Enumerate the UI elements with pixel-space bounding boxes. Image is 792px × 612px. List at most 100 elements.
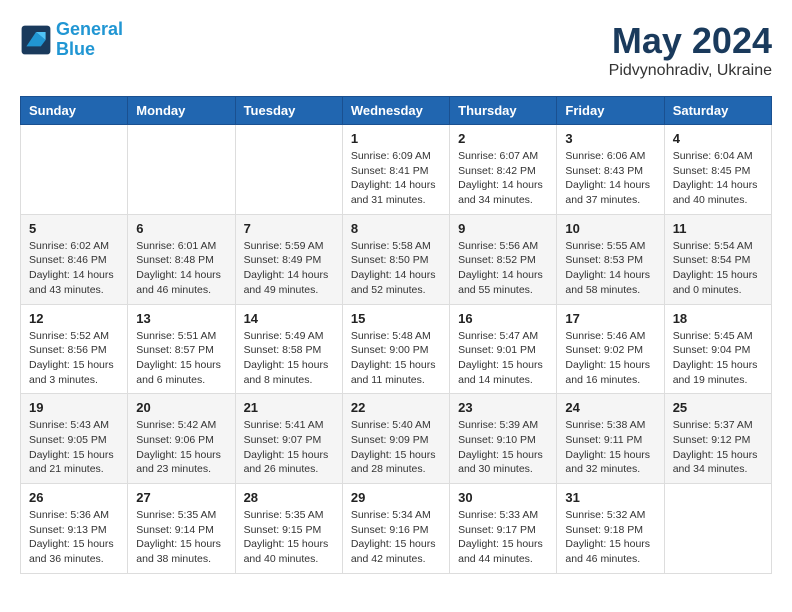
day-number: 30 <box>458 490 548 505</box>
weekday-header-thursday: Thursday <box>450 97 557 125</box>
day-number: 5 <box>29 221 119 236</box>
day-info: Sunrise: 5:40 AM Sunset: 9:09 PM Dayligh… <box>351 418 441 477</box>
calendar-cell: 29 Sunrise: 5:34 AM Sunset: 9:16 PM Dayli… <box>342 484 449 574</box>
day-number: 9 <box>458 221 548 236</box>
calendar-cell: 7 Sunrise: 5:59 AM Sunset: 8:49 PM Daylig… <box>235 214 342 304</box>
calendar-cell: 31 Sunrise: 5:32 AM Sunset: 9:18 PM Dayli… <box>557 484 664 574</box>
day-number: 19 <box>29 400 119 415</box>
day-info: Sunrise: 5:46 AM Sunset: 9:02 PM Dayligh… <box>565 329 655 388</box>
day-number: 7 <box>244 221 334 236</box>
calendar-cell: 17 Sunrise: 5:46 AM Sunset: 9:02 PM Dayli… <box>557 304 664 394</box>
day-info: Sunrise: 5:52 AM Sunset: 8:56 PM Dayligh… <box>29 329 119 388</box>
day-info: Sunrise: 5:37 AM Sunset: 9:12 PM Dayligh… <box>673 418 763 477</box>
weekday-header-monday: Monday <box>128 97 235 125</box>
day-info: Sunrise: 5:54 AM Sunset: 8:54 PM Dayligh… <box>673 239 763 298</box>
calendar-cell: 30 Sunrise: 5:33 AM Sunset: 9:17 PM Dayli… <box>450 484 557 574</box>
day-number: 15 <box>351 311 441 326</box>
calendar-cell: 11 Sunrise: 5:54 AM Sunset: 8:54 PM Dayli… <box>664 214 771 304</box>
calendar-cell: 25 Sunrise: 5:37 AM Sunset: 9:12 PM Dayli… <box>664 394 771 484</box>
calendar-week-4: 19 Sunrise: 5:43 AM Sunset: 9:05 PM Dayli… <box>21 394 772 484</box>
day-info: Sunrise: 5:58 AM Sunset: 8:50 PM Dayligh… <box>351 239 441 298</box>
calendar-week-5: 26 Sunrise: 5:36 AM Sunset: 9:13 PM Dayli… <box>21 484 772 574</box>
day-number: 25 <box>673 400 763 415</box>
calendar-cell: 6 Sunrise: 6:01 AM Sunset: 8:48 PM Daylig… <box>128 214 235 304</box>
calendar-cell: 24 Sunrise: 5:38 AM Sunset: 9:11 PM Dayli… <box>557 394 664 484</box>
day-info: Sunrise: 5:45 AM Sunset: 9:04 PM Dayligh… <box>673 329 763 388</box>
title-block: May 2024 Pidvynohradiv, Ukraine <box>609 20 772 80</box>
calendar-cell: 8 Sunrise: 5:58 AM Sunset: 8:50 PM Daylig… <box>342 214 449 304</box>
day-number: 8 <box>351 221 441 236</box>
calendar-cell: 27Sunrise: 5:35 AM Sunset: 9:14 PM Dayli… <box>128 484 235 574</box>
day-number: 17 <box>565 311 655 326</box>
calendar-cell: 5Sunrise: 6:02 AM Sunset: 8:46 PM Daylig… <box>21 214 128 304</box>
day-number: 14 <box>244 311 334 326</box>
day-info: Sunrise: 5:56 AM Sunset: 8:52 PM Dayligh… <box>458 239 548 298</box>
day-info: Sunrise: 5:51 AM Sunset: 8:57 PM Dayligh… <box>136 329 226 388</box>
calendar-week-3: 12Sunrise: 5:52 AM Sunset: 8:56 PM Dayli… <box>21 304 772 394</box>
calendar-cell: 12Sunrise: 5:52 AM Sunset: 8:56 PM Dayli… <box>21 304 128 394</box>
day-info: Sunrise: 5:32 AM Sunset: 9:18 PM Dayligh… <box>565 508 655 567</box>
calendar-cell: 4Sunrise: 6:04 AM Sunset: 8:45 PM Daylig… <box>664 125 771 215</box>
calendar-cell: 13 Sunrise: 5:51 AM Sunset: 8:57 PM Dayli… <box>128 304 235 394</box>
calendar-cell <box>21 125 128 215</box>
calendar-cell: 9 Sunrise: 5:56 AM Sunset: 8:52 PM Daylig… <box>450 214 557 304</box>
day-info: Sunrise: 5:43 AM Sunset: 9:05 PM Dayligh… <box>29 418 119 477</box>
month-title: May 2024 <box>609 20 772 62</box>
day-number: 2 <box>458 131 548 146</box>
calendar-cell <box>235 125 342 215</box>
day-number: 24 <box>565 400 655 415</box>
logo-general: General <box>56 19 123 39</box>
day-info: Sunrise: 5:38 AM Sunset: 9:11 PM Dayligh… <box>565 418 655 477</box>
location-title: Pidvynohradiv, Ukraine <box>609 62 772 80</box>
day-info: Sunrise: 5:49 AM Sunset: 8:58 PM Dayligh… <box>244 329 334 388</box>
logo-icon <box>20 24 52 56</box>
weekday-header-friday: Friday <box>557 97 664 125</box>
day-info: Sunrise: 5:42 AM Sunset: 9:06 PM Dayligh… <box>136 418 226 477</box>
day-info: Sunrise: 6:01 AM Sunset: 8:48 PM Dayligh… <box>136 239 226 298</box>
calendar-cell: 14 Sunrise: 5:49 AM Sunset: 8:58 PM Dayli… <box>235 304 342 394</box>
calendar-cell: 26 Sunrise: 5:36 AM Sunset: 9:13 PM Dayli… <box>21 484 128 574</box>
day-info: Sunrise: 5:55 AM Sunset: 8:53 PM Dayligh… <box>565 239 655 298</box>
day-number: 27 <box>136 490 226 505</box>
day-number: 13 <box>136 311 226 326</box>
day-info: Sunrise: 5:39 AM Sunset: 9:10 PM Dayligh… <box>458 418 548 477</box>
calendar-header-row: SundayMondayTuesdayWednesdayThursdayFrid… <box>21 97 772 125</box>
day-info: Sunrise: 5:47 AM Sunset: 9:01 PM Dayligh… <box>458 329 548 388</box>
calendar-cell <box>128 125 235 215</box>
calendar-cell: 28Sunrise: 5:35 AM Sunset: 9:15 PM Dayli… <box>235 484 342 574</box>
weekday-header-wednesday: Wednesday <box>342 97 449 125</box>
weekday-header-saturday: Saturday <box>664 97 771 125</box>
day-number: 3 <box>565 131 655 146</box>
day-number: 11 <box>673 221 763 236</box>
logo-text: General Blue <box>56 20 123 60</box>
day-info: Sunrise: 5:36 AM Sunset: 9:13 PM Dayligh… <box>29 508 119 567</box>
day-info: Sunrise: 5:33 AM Sunset: 9:17 PM Dayligh… <box>458 508 548 567</box>
calendar-cell: 10Sunrise: 5:55 AM Sunset: 8:53 PM Dayli… <box>557 214 664 304</box>
calendar-cell: 22 Sunrise: 5:40 AM Sunset: 9:09 PM Dayli… <box>342 394 449 484</box>
day-info: Sunrise: 5:41 AM Sunset: 9:07 PM Dayligh… <box>244 418 334 477</box>
day-number: 22 <box>351 400 441 415</box>
day-info: Sunrise: 5:48 AM Sunset: 9:00 PM Dayligh… <box>351 329 441 388</box>
calendar-cell: 23Sunrise: 5:39 AM Sunset: 9:10 PM Dayli… <box>450 394 557 484</box>
day-number: 28 <box>244 490 334 505</box>
day-number: 6 <box>136 221 226 236</box>
day-number: 26 <box>29 490 119 505</box>
day-number: 16 <box>458 311 548 326</box>
day-number: 29 <box>351 490 441 505</box>
calendar-cell: 19 Sunrise: 5:43 AM Sunset: 9:05 PM Dayli… <box>21 394 128 484</box>
logo-blue: Blue <box>56 39 95 59</box>
calendar-cell: 1Sunrise: 6:09 AM Sunset: 8:41 PM Daylig… <box>342 125 449 215</box>
calendar-cell: 2Sunrise: 6:07 AM Sunset: 8:42 PM Daylig… <box>450 125 557 215</box>
calendar-cell: 20Sunrise: 5:42 AM Sunset: 9:06 PM Dayli… <box>128 394 235 484</box>
day-info: Sunrise: 6:06 AM Sunset: 8:43 PM Dayligh… <box>565 149 655 208</box>
calendar-cell: 16 Sunrise: 5:47 AM Sunset: 9:01 PM Dayli… <box>450 304 557 394</box>
day-number: 4 <box>673 131 763 146</box>
calendar-cell: 18Sunrise: 5:45 AM Sunset: 9:04 PM Dayli… <box>664 304 771 394</box>
calendar-table: SundayMondayTuesdayWednesdayThursdayFrid… <box>20 96 772 574</box>
calendar-cell: 21 Sunrise: 5:41 AM Sunset: 9:07 PM Dayli… <box>235 394 342 484</box>
day-number: 21 <box>244 400 334 415</box>
day-number: 31 <box>565 490 655 505</box>
day-info: Sunrise: 5:59 AM Sunset: 8:49 PM Dayligh… <box>244 239 334 298</box>
day-info: Sunrise: 5:34 AM Sunset: 9:16 PM Dayligh… <box>351 508 441 567</box>
weekday-header-tuesday: Tuesday <box>235 97 342 125</box>
